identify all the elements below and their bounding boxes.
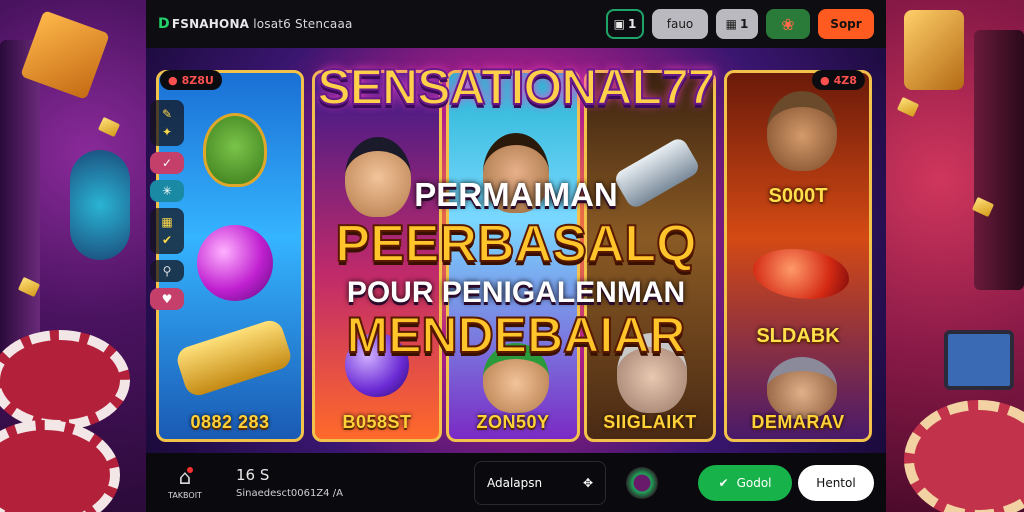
goblin-symbol [203, 113, 267, 187]
game-panel: 0882 283 B058ST ZON50Y SIIGLAIKT S000T S… [146, 48, 886, 453]
game-screen: D FSNAHONA losat6 Stencaaa ▣ 1 fauo ▦ 1 … [0, 0, 1024, 512]
top-actions: ▣ 1 fauo ▦ 1 ❀ Sopr [606, 9, 874, 39]
alert-icon: ● [168, 73, 178, 87]
wallet-count: 1 [739, 17, 749, 31]
home-label: TAKBOIT [168, 491, 202, 500]
gift-button[interactable]: ❀ [766, 9, 810, 39]
godol-button-label: Godol [736, 475, 772, 490]
brand[interactable]: D FSNAHONA losat6 Stencaaa [158, 16, 353, 32]
bet-select-value: Adalapsn [487, 475, 543, 490]
balance-block: 16 S Sinaedesct0061Z4 /A [236, 466, 343, 499]
corner-badge-right: ● 4Z8 [812, 70, 865, 90]
fish-symbol [753, 249, 849, 299]
bottom-bar: ⌂ TAKBOIT 16 S Sinaedesct0061Z4 /A Adala… [146, 453, 886, 512]
heart-button[interactable]: ♥ [150, 288, 184, 310]
notification-dot [187, 467, 194, 473]
swirl-decor [70, 150, 130, 260]
account-id: Sinaedesct0061Z4 /A [236, 488, 343, 499]
move-icon: ✥ [582, 475, 593, 490]
sparkle-icon: ✳ [161, 184, 173, 198]
headline-line-3: POUR PENIGALENMAN [346, 276, 686, 309]
bet-select[interactable]: Adalapsn ✥ [474, 460, 606, 505]
home-button[interactable]: ⌂ TAKBOIT [158, 465, 212, 500]
headline-line-4: MENDEBAIAR [346, 306, 687, 364]
monitor-decor [944, 330, 1014, 390]
bag-icon: ▣ [613, 17, 625, 31]
headline-line-1: PERMAIMAN [414, 176, 618, 213]
reel-5-label: DEMARAV [751, 412, 845, 432]
check-icon[interactable]: ✔ [162, 233, 172, 247]
fauo-button[interactable]: fauo [652, 9, 708, 39]
wallet-button[interactable]: ▦ 1 [716, 9, 758, 39]
check-icon: ✔ [718, 475, 729, 490]
coin-decor [896, 96, 920, 118]
home-icon: ⌂ [178, 465, 194, 489]
leaf-icon[interactable]: ✦ [162, 125, 172, 139]
poker-chip-decor [904, 400, 1024, 512]
wand-icon: ✓ [161, 156, 173, 170]
helmet-symbol [767, 357, 837, 419]
alert-icon: ● [820, 73, 830, 87]
top-bar: D FSNAHONA losat6 Stencaaa ▣ 1 fauo ▦ 1 … [146, 0, 886, 48]
left-backdrop [0, 0, 146, 512]
sopr-button[interactable]: Sopr [818, 9, 874, 39]
cart-count: 1 [627, 17, 637, 31]
pillar-decor [974, 30, 1024, 290]
pencil-icon[interactable]: ✎ [162, 107, 172, 121]
purple-gem-symbol [197, 225, 273, 301]
cart-button[interactable]: ▣ 1 [606, 9, 644, 39]
reel-4-label: SIIGLAIKT [603, 412, 697, 432]
pin-button[interactable]: ⚲ [150, 260, 184, 282]
wand-button[interactable]: ✓ [150, 152, 184, 174]
reel-1-label: 0882 283 [190, 412, 270, 432]
right-backdrop [884, 0, 1024, 512]
corner-badge-right-text: 4Z8 [833, 73, 857, 87]
lamp-decor [904, 10, 964, 90]
brand-subtitle: losat6 Stencaaa [253, 17, 353, 31]
grid-icon[interactable]: ▦ [161, 215, 172, 229]
side-toolbar: ✎ ✦ ✓ ✳ ▦ ✔ ⚲ ♥ [150, 100, 184, 310]
heart-icon: ♥ [161, 292, 173, 306]
poker-chip-decor [0, 330, 130, 430]
brand-name: FSNAHONA [171, 17, 250, 31]
corner-badge-left: ● 8Z8U [160, 70, 222, 90]
poker-chip-decor [0, 420, 120, 512]
avatar[interactable] [626, 466, 658, 499]
warrior-symbol [767, 91, 837, 171]
corner-badge-left-text: 8Z8U [181, 73, 214, 87]
hentol-button[interactable]: Hentol [798, 464, 874, 501]
headline-line-2: PEERBASALQ [334, 214, 697, 274]
tool-group-2: ▦ ✔ [150, 208, 184, 254]
balance-amount: 16 S [236, 466, 270, 484]
wallet-icon: ▦ [725, 17, 737, 31]
sparkle-button[interactable]: ✳ [150, 180, 184, 202]
godol-button[interactable]: ✔ Godol [698, 464, 792, 501]
coin-decor [97, 116, 121, 138]
pin-icon: ⚲ [162, 264, 172, 278]
game-logo: SENSATIONAL77 [316, 58, 716, 116]
gift-icon: ❀ [781, 14, 795, 34]
reel-2-label: B058ST [342, 412, 412, 432]
tool-group: ✎ ✦ [150, 100, 184, 146]
brand-mark: D [158, 16, 170, 32]
reel-3-label: ZON50Y [476, 412, 550, 432]
